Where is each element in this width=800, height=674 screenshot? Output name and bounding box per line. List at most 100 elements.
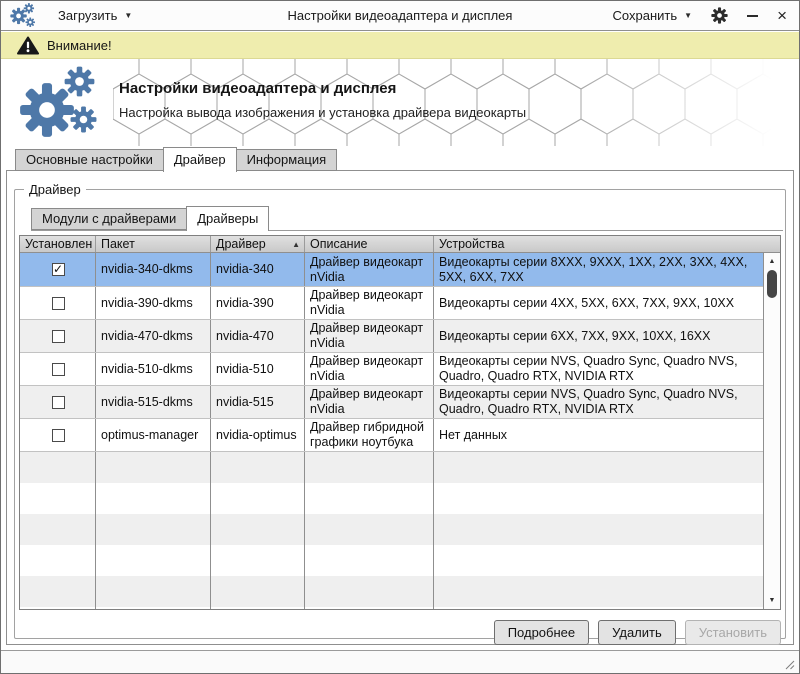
empty-table-row [20,514,780,545]
tab-information[interactable]: Информация [236,149,338,171]
chevron-down-icon: ▼ [684,11,692,20]
empty-cell [434,607,780,609]
tab-main-settings[interactable]: Основные настройки [15,149,164,171]
installed-checkbox[interactable] [52,429,65,442]
empty-table-row [20,452,780,483]
install-button[interactable]: Установить [685,620,781,645]
tab-drivers[interactable]: Драйверы [186,206,269,231]
empty-cell [20,545,96,576]
empty-cell [211,514,305,545]
column-header-installed[interactable]: Установлен [20,236,96,252]
empty-cell [20,452,96,483]
installed-cell [20,419,96,451]
table-row[interactable]: nvidia-510-dkmsnvidia-510Драйвер видеока… [20,353,780,386]
driver-cell: nvidia-510 [211,353,305,385]
remove-button[interactable]: Удалить [598,620,676,645]
save-menu-button[interactable]: Сохранить ▼ [613,8,693,23]
empty-table-row [20,483,780,514]
package-cell: nvidia-390-dkms [96,287,211,319]
header-gears-icon [19,66,107,147]
scroll-up-icon[interactable]: ▲ [764,254,780,269]
warning-banner: Внимание! [1,32,799,59]
drivers-table: Установлен Пакет Драйвер ▲ Описание Устр… [19,235,781,610]
driver-sub-tab-bar: Модули с драйверами Драйверы [31,206,783,231]
empty-cell [305,576,434,607]
column-header-devices[interactable]: Устройства [434,236,780,252]
devices-cell: Видеокарты серии NVS, Quadro Sync, Quadr… [434,353,780,385]
resize-grip-icon[interactable] [782,657,795,670]
close-button[interactable]: × [777,9,787,23]
save-menu-label: Сохранить [613,8,678,23]
main-tab-bar: Основные настройки Драйвер Информация [15,147,337,172]
table-scrollbar[interactable]: ▲ ▼ [763,253,780,609]
empty-cell [96,576,211,607]
empty-cell [305,545,434,576]
table-header: Установлен Пакет Драйвер ▲ Описание Устр… [20,236,780,253]
minimize-icon [747,15,758,17]
column-header-driver[interactable]: Драйвер ▲ [211,236,305,252]
empty-cell [434,452,780,483]
empty-cell [211,576,305,607]
scroll-down-icon[interactable]: ▼ [764,593,780,608]
gear-icon [711,7,728,24]
installed-checkbox[interactable] [52,396,65,409]
devices-cell: Видеокарты серии NVS, Quadro Sync, Quadr… [434,386,780,418]
table-row[interactable]: optimus-managernvidia-optimusДрайвер гиб… [20,419,780,452]
title-bar: Загрузить ▼ Настройки видеоадаптера и ди… [1,1,799,31]
load-menu-label: Загрузить [58,8,117,23]
empty-cell [96,452,211,483]
empty-cell [434,514,780,545]
installed-checkbox[interactable] [52,363,65,376]
devices-cell: Видеокарты серии 6XX, 7XX, 9XX, 10XX, 16… [434,320,780,352]
table-row[interactable]: ✓ nvidia-340-dkmsnvidia-340Драйвер видеок… [20,253,780,287]
empty-cell [305,483,434,514]
empty-cell [96,545,211,576]
package-cell: nvidia-470-dkms [96,320,211,352]
package-cell: nvidia-340-dkms [96,253,211,286]
chevron-down-icon: ▼ [124,11,132,20]
driver-cell: nvidia-340 [211,253,305,286]
groupbox-legend: Драйвер [24,182,86,197]
load-menu-button[interactable]: Загрузить ▼ [58,8,132,23]
status-bar [1,650,799,673]
table-row[interactable]: nvidia-470-dkmsnvidia-470Драйвер видеока… [20,320,780,353]
empty-cell [20,607,96,609]
installed-cell [20,353,96,385]
action-buttons: Подробнее Удалить Установить [494,620,781,645]
driver-cell: nvidia-515 [211,386,305,418]
empty-cell [96,607,211,609]
empty-cell [20,576,96,607]
tab-driver[interactable]: Драйвер [163,147,237,172]
settings-gear-button[interactable] [711,7,728,24]
table-row[interactable]: nvidia-515-dkmsnvidia-515Драйвер видеока… [20,386,780,419]
empty-table-row [20,607,780,609]
driver-tab-panel: Драйвер Модули с драйверами Драйверы Уст… [6,170,794,645]
warning-icon [17,36,39,55]
installed-cell: ✓ [20,253,96,286]
description-cell: Драйвер видеокарт nVidia [305,253,434,286]
package-cell: nvidia-510-dkms [96,353,211,385]
empty-cell [211,483,305,514]
empty-cell [211,545,305,576]
installed-cell [20,320,96,352]
table-row[interactable]: nvidia-390-dkmsnvidia-390Драйвер видеока… [20,287,780,320]
minimize-button[interactable] [747,15,758,17]
details-button[interactable]: Подробнее [494,620,589,645]
column-header-package[interactable]: Пакет [96,236,211,252]
page-title: Настройки видеоадаптера и дисплея [119,80,526,97]
empty-cell [305,607,434,609]
driver-groupbox: Драйвер Модули с драйверами Драйверы Уст… [14,182,786,639]
tab-driver-modules[interactable]: Модули с драйверами [31,208,187,230]
devices-cell: Нет данных [434,419,780,451]
scrollbar-thumb[interactable] [767,270,777,298]
installed-checkbox[interactable] [52,297,65,310]
installed-checkbox[interactable] [52,330,65,343]
empty-cell [96,483,211,514]
description-cell: Драйвер видеокарт nVidia [305,287,434,319]
devices-cell: Видеокарты серии 8XXX, 9XXX, 1XX, 2XX, 3… [434,253,780,286]
warning-text: Внимание! [47,38,112,53]
sort-ascending-icon: ▲ [292,240,300,249]
empty-cell [96,514,211,545]
column-header-description[interactable]: Описание [305,236,434,252]
installed-checkbox[interactable]: ✓ [52,263,65,276]
